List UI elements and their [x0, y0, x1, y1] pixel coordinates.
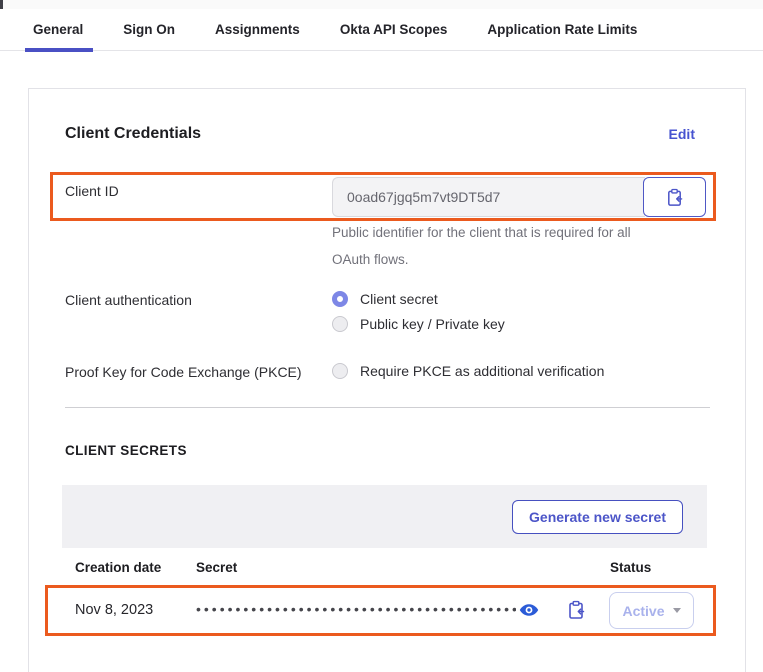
window-edge-artifact — [0, 0, 3, 9]
client-id-group: 0oad67jgq5m7vt9DT5d7 — [332, 177, 706, 217]
clipboard-copy-icon — [665, 188, 684, 207]
client-id-label: Client ID — [65, 183, 119, 199]
radio-row-public-private-key[interactable]: Public key / Private key — [332, 316, 505, 332]
column-header-status: Status — [610, 560, 651, 575]
pkce-label: Proof Key for Code Exchange (PKCE) — [65, 364, 302, 380]
status-dropdown[interactable]: Active — [609, 592, 694, 629]
radio-label-client-secret: Client secret — [360, 291, 438, 307]
masked-secret-value: ••••••••••••••••••••••••••••••••••••••••… — [196, 601, 516, 617]
reveal-secret-button[interactable] — [518, 600, 540, 620]
pkce-option-label: Require PKCE as additional verification — [360, 363, 604, 379]
radio-selected-icon[interactable] — [332, 291, 348, 307]
app-tabbar: General Sign On Assignments Okta API Sco… — [0, 9, 763, 51]
section-title-client-credentials: Client Credentials — [65, 125, 201, 143]
column-header-creation-date: Creation date — [75, 560, 161, 575]
copy-client-id-button[interactable] — [643, 177, 706, 217]
radio-unselected-icon[interactable] — [332, 316, 348, 332]
client-authentication-label: Client authentication — [65, 292, 192, 308]
eye-icon — [518, 600, 540, 620]
secrets-toolbar-panel: Generate new secret — [62, 485, 707, 548]
status-badge: Active — [622, 603, 664, 619]
client-id-value-field[interactable]: 0oad67jgq5m7vt9DT5d7 — [332, 177, 645, 217]
copy-secret-button[interactable] — [566, 599, 588, 621]
generate-new-secret-button[interactable]: Generate new secret — [512, 500, 683, 534]
tab-general[interactable]: General — [33, 9, 83, 51]
secret-creation-date: Nov 8, 2023 — [75, 602, 153, 618]
okta-app-settings-page: General Sign On Assignments Okta API Sco… — [0, 0, 763, 672]
edit-link[interactable]: Edit — [669, 126, 695, 142]
radio-row-client-secret[interactable]: Client secret — [332, 291, 438, 307]
tab-okta-api-scopes[interactable]: Okta API Scopes — [340, 9, 448, 51]
tab-application-rate-limits[interactable]: Application Rate Limits — [487, 9, 637, 51]
section-title-client-secrets: CLIENT SECRETS — [65, 443, 187, 458]
client-credentials-header: Client Credentials Edit — [65, 125, 707, 143]
checkbox-unchecked-icon[interactable] — [332, 363, 348, 379]
tab-sign-on[interactable]: Sign On — [123, 9, 175, 51]
pkce-checkbox-row[interactable]: Require PKCE as additional verification — [332, 363, 604, 379]
section-divider — [65, 407, 710, 408]
tab-assignments[interactable]: Assignments — [215, 9, 300, 51]
client-credentials-card — [28, 88, 746, 672]
client-id-help-text: Public identifier for the client that is… — [332, 219, 677, 273]
column-header-secret: Secret — [196, 560, 237, 575]
radio-label-public-private-key: Public key / Private key — [360, 316, 505, 332]
chevron-down-icon — [673, 608, 681, 613]
clipboard-copy-icon — [566, 600, 588, 620]
